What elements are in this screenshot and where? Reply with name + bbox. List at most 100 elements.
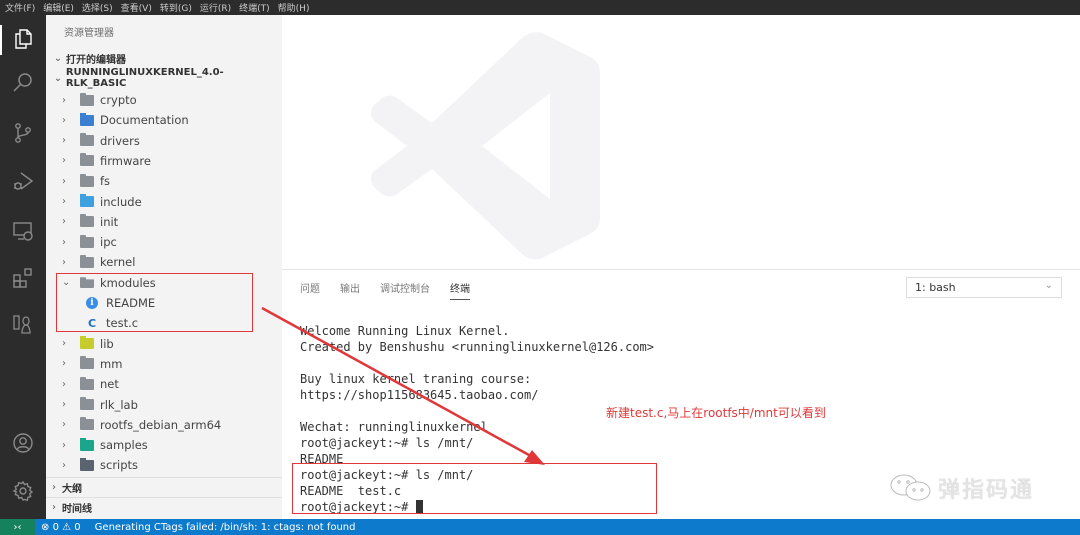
- timeline-section[interactable]: › 时间线: [46, 497, 282, 517]
- tree-item-label: net: [100, 377, 119, 392]
- open-editors-label: 打开的编辑器: [66, 54, 126, 66]
- menu-bar: 文件(F) 编辑(E) 选择(S) 查看(V) 转到(G) 运行(R) 终端(T…: [0, 0, 1080, 15]
- chevron-right-icon: ›: [62, 459, 66, 471]
- tree-item-ipc[interactable]: › ipc: [46, 232, 282, 252]
- chevron-right-icon: ›: [62, 358, 66, 370]
- chevron-right-icon: ›: [62, 439, 66, 451]
- tree-item-include[interactable]: › include: [46, 192, 282, 212]
- outline-label: 大纲: [62, 484, 82, 495]
- tree-item-kernel[interactable]: › kernel: [46, 252, 282, 272]
- terminal-output[interactable]: Welcome Running Linux Kernel. Created by …: [300, 323, 654, 515]
- source-control-icon: [15, 123, 31, 143]
- project-label: RUNNINGLINUXKERNEL_4.0-RLK_BASIC: [65, 67, 224, 89]
- tree-item-samples[interactable]: › samples: [46, 435, 282, 455]
- tree-item-label: crypto: [100, 93, 137, 107]
- outline-section[interactable]: › 大纲: [46, 477, 282, 497]
- error-icon: ⊗: [41, 521, 50, 533]
- menu-file[interactable]: 文件(F): [5, 1, 35, 14]
- tree-item-init[interactable]: › init: [46, 212, 282, 232]
- tab-debug-console[interactable]: 调试控制台: [380, 280, 430, 300]
- tree-item-mm[interactable]: › mm: [46, 354, 282, 374]
- account-button[interactable]: [0, 423, 46, 463]
- menu-selection[interactable]: 选择(S): [82, 1, 113, 14]
- explorer-button[interactable]: [0, 19, 46, 59]
- tree-item-fs[interactable]: › fs: [46, 171, 282, 191]
- timeline-label: 时间线: [62, 504, 92, 515]
- tree-item-label: include: [100, 194, 142, 209]
- run-debug-button[interactable]: [0, 161, 46, 201]
- extensions-button[interactable]: [0, 258, 46, 298]
- tab-output[interactable]: 输出: [340, 280, 360, 300]
- source-control-button[interactable]: [0, 113, 46, 153]
- tree-item-crypto[interactable]: › crypto: [46, 90, 282, 110]
- terminal-cursor: [415, 500, 423, 513]
- tree-item-rootfs-debian-arm64[interactable]: › rootfs_debian_arm64: [46, 415, 282, 435]
- tree-item-label: samples: [100, 438, 148, 453]
- explorer-title: 资源管理器: [64, 28, 114, 39]
- folder-icon: [80, 277, 94, 289]
- tree-item-test-c[interactable]: Ctest.c: [46, 313, 282, 333]
- linux-button[interactable]: [0, 305, 46, 345]
- annotation-text: 新建test.c,马上在rootfs中/mnt可以看到: [606, 406, 826, 420]
- menu-terminal[interactable]: 终端(T): [239, 1, 270, 14]
- tree-item-documentation[interactable]: › Documentation: [46, 110, 282, 130]
- wechat-icon: [890, 474, 931, 501]
- folder-icon: [80, 153, 94, 167]
- extensions-icon: [13, 268, 32, 288]
- menu-go[interactable]: 转到(G): [160, 1, 192, 14]
- remote-explorer-icon: [13, 222, 33, 241]
- menu-help[interactable]: 帮助(H): [278, 1, 310, 14]
- chevron-right-icon: ›: [62, 135, 66, 147]
- terminal-select[interactable]: 1: bash ⌄: [906, 277, 1062, 298]
- tree-item-rlk-lab[interactable]: › rlk_lab: [46, 395, 282, 415]
- tree-item-lib[interactable]: › lib: [46, 334, 282, 354]
- chevron-right-icon: ›: [62, 236, 66, 248]
- folder-icon: [80, 457, 94, 471]
- chevron-right-icon: ›: [62, 155, 66, 167]
- menu-edit[interactable]: 编辑(E): [43, 1, 74, 14]
- tree-item-label: kmodules: [100, 275, 156, 290]
- tab-terminal[interactable]: 终端: [450, 280, 470, 300]
- panel-tabs: 问题 输出 调试控制台 终端: [300, 280, 490, 300]
- menu-view[interactable]: 查看(V): [121, 1, 152, 14]
- tree-item-label: rlk_lab: [100, 397, 138, 412]
- tree-item-label: lib: [100, 336, 114, 351]
- tree-item-kmodules[interactable]: ⌄ kmodules: [46, 273, 282, 293]
- watermark-text: 弹指码通: [938, 478, 1035, 503]
- tree-item-label: Documentation: [100, 113, 189, 128]
- chevron-right-icon: ›: [62, 378, 66, 390]
- chevron-right-icon: ›: [62, 399, 66, 410]
- folder-icon: [80, 234, 94, 248]
- project-section[interactable]: ⌄ RUNNINGLINUXKERNEL_4.0-RLK_BASIC: [46, 67, 282, 89]
- search-button[interactable]: [0, 63, 46, 103]
- terminal-line: README: [300, 452, 344, 466]
- problems-indicator[interactable]: ⊗ 0 ⚠ 0: [41, 522, 81, 533]
- settings-gear-icon: [12, 480, 34, 502]
- tree-item-label: ipc: [100, 235, 117, 250]
- chevron-right-icon: ›: [62, 196, 66, 207]
- tree-item-drivers[interactable]: › drivers: [46, 131, 282, 151]
- chevron-right-icon: ›: [62, 175, 66, 187]
- folder-icon: [80, 92, 94, 106]
- tree-item-scripts[interactable]: › scripts: [46, 455, 282, 475]
- tree-item-firmware[interactable]: › firmware: [46, 151, 282, 171]
- terminal-line: Created by Benshushu <runninglinuxkernel…: [300, 340, 655, 354]
- folder-icon: [80, 356, 94, 370]
- tree-item-net[interactable]: › net: [46, 374, 282, 394]
- tab-problems[interactable]: 问题: [300, 280, 320, 300]
- terminal-line: README test.c: [300, 484, 402, 498]
- tree-item-readme[interactable]: i README: [46, 293, 282, 313]
- menu-run[interactable]: 运行(R): [200, 1, 231, 14]
- chevron-down-icon: ⌄: [53, 52, 63, 64]
- tree-item-label: init: [100, 214, 119, 229]
- terminal-line: https://shop115683645.taobao.com/: [300, 388, 539, 402]
- open-editors-section[interactable]: ⌄ 打开的编辑器: [46, 48, 282, 68]
- remote-indicator[interactable]: ›‹: [0, 519, 35, 535]
- settings-button[interactable]: [0, 471, 46, 511]
- folder-icon: [80, 133, 94, 147]
- remote-explorer-button[interactable]: [0, 211, 46, 251]
- chevron-right-icon: ›: [62, 216, 66, 228]
- search-icon: [13, 73, 32, 92]
- folder-icon: [80, 376, 94, 390]
